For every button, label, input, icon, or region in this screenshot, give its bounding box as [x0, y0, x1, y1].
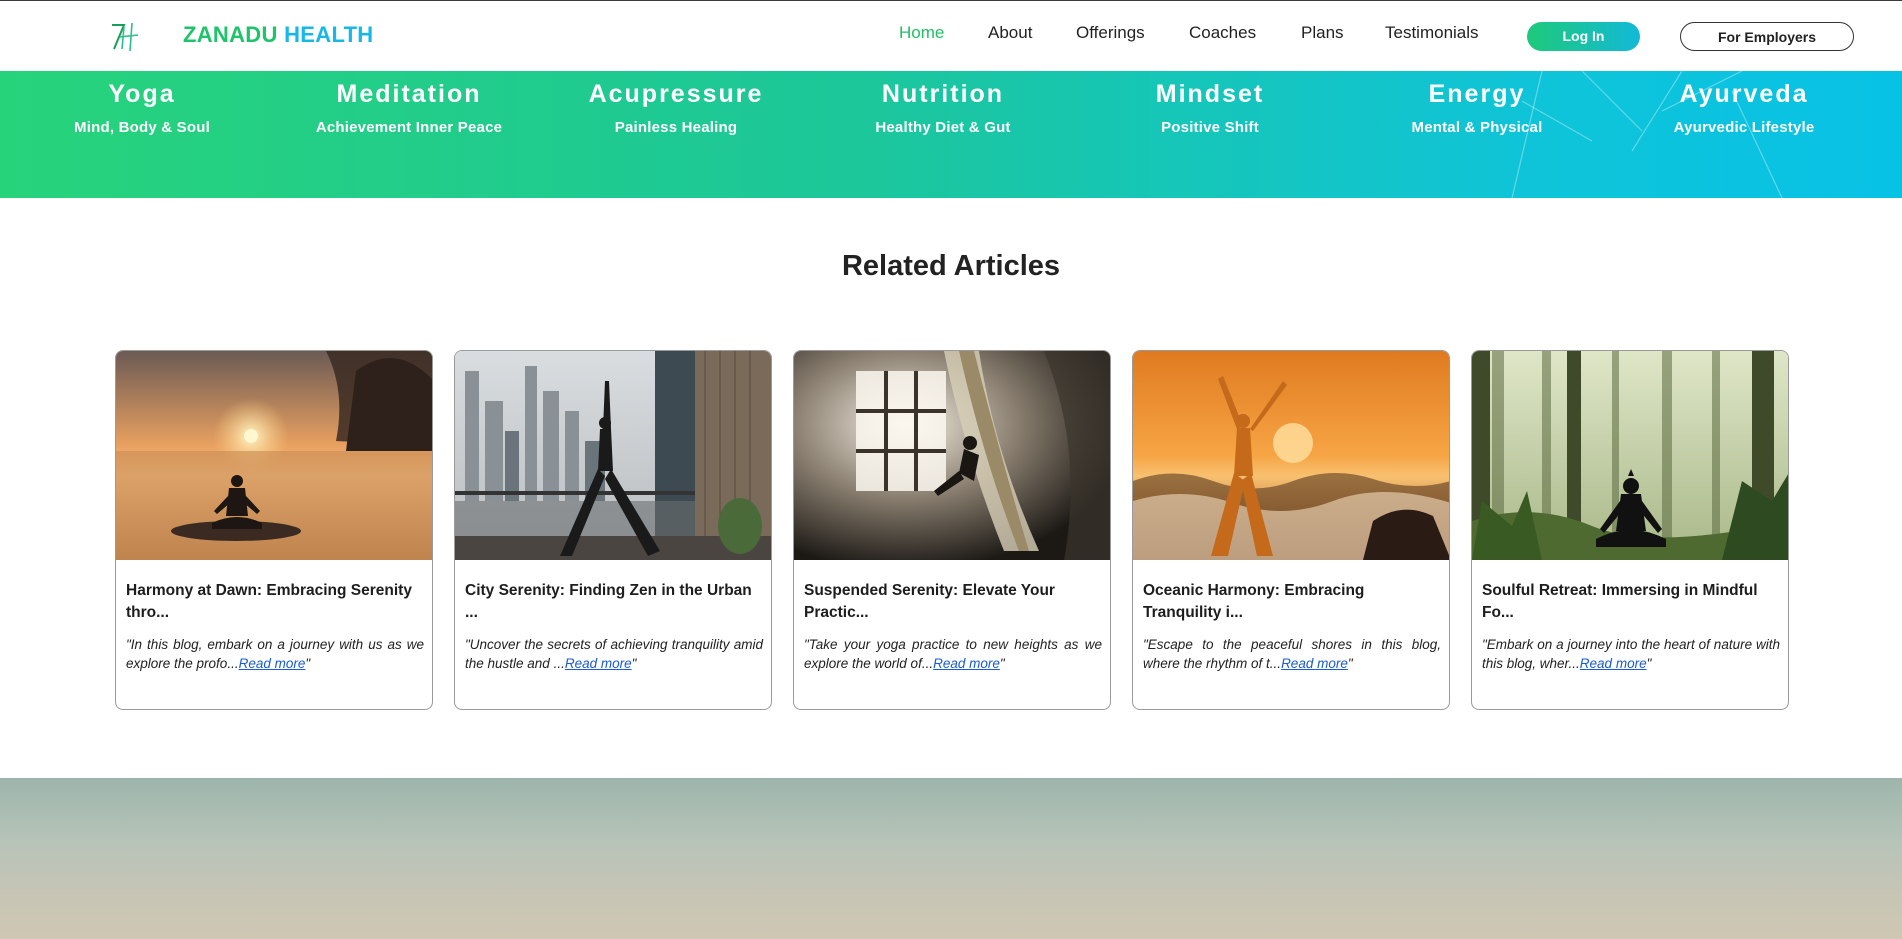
category-title: Mindset — [1155, 80, 1265, 108]
excerpt-close-quote: " — [1347, 656, 1353, 671]
article-image-aerial-yoga[interactable] — [794, 351, 1110, 560]
nav-testimonials[interactable]: Testimonials — [1385, 23, 1479, 43]
article-card[interactable]: Oceanic Harmony: Embracing Tranquility i… — [1132, 350, 1450, 710]
nav-home[interactable]: Home — [899, 23, 944, 43]
article-card[interactable]: Soulful Retreat: Immersing in Mindful Fo… — [1471, 350, 1789, 710]
article-card[interactable]: City Serenity: Finding Zen in the Urban … — [454, 350, 772, 710]
category-title: Ayurveda — [1679, 80, 1809, 108]
category-subtitle: Achievement Inner Peace — [315, 119, 503, 136]
category-acupressure[interactable]: Acupressure Painless Healing — [556, 80, 796, 136]
category-title: Nutrition — [881, 80, 1005, 108]
site-header: ZANADU HEALTH Home About Offerings Coach… — [0, 0, 1902, 71]
article-image-city-rooftop[interactable] — [455, 351, 771, 560]
category-title: Energy — [1428, 80, 1526, 108]
nav-plans[interactable]: Plans — [1301, 23, 1344, 43]
article-title[interactable]: Harmony at Dawn: Embracing Serenity thro… — [126, 580, 424, 624]
article-excerpt: "Take your yoga practice to new heights … — [804, 635, 1102, 673]
category-subtitle: Positive Shift — [1161, 119, 1259, 136]
article-excerpt: "Escape to the peaceful shores in this b… — [1143, 635, 1441, 673]
category-title: Meditation — [336, 80, 482, 108]
section-title: Related Articles — [841, 250, 1061, 282]
article-cards: Harmony at Dawn: Embracing Serenity thro… — [115, 350, 1789, 710]
excerpt-close-quote: " — [631, 656, 637, 671]
category-title: Yoga — [108, 80, 176, 108]
article-title[interactable]: Suspended Serenity: Elevate Your Practic… — [804, 580, 1102, 624]
article-excerpt: "Embark on a journey into the heart of n… — [1482, 635, 1780, 673]
article-image-ocean-sunset[interactable] — [1133, 351, 1449, 560]
read-more-link[interactable]: Read more — [1580, 656, 1647, 671]
category-energy[interactable]: Energy Mental & Physical — [1357, 80, 1597, 136]
category-subtitle: Painless Healing — [614, 119, 738, 136]
category-nutrition[interactable]: Nutrition Healthy Diet & Gut — [823, 80, 1063, 136]
read-more-link[interactable]: Read more — [239, 656, 306, 671]
category-title: Acupressure — [588, 80, 764, 108]
hero-background-image — [0, 778, 1902, 939]
article-card[interactable]: Harmony at Dawn: Embracing Serenity thro… — [115, 350, 433, 710]
read-more-link[interactable]: Read more — [565, 656, 632, 671]
article-image-sunrise-lake[interactable] — [116, 351, 432, 560]
excerpt-close-quote: " — [1646, 656, 1652, 671]
category-ayurveda[interactable]: Ayurveda Ayurvedic Lifestyle — [1624, 80, 1864, 136]
read-more-link[interactable]: Read more — [933, 656, 1000, 671]
category-banner: Yoga Mind, Body & Soul Meditation Achiev… — [0, 71, 1902, 198]
excerpt-close-quote: " — [999, 656, 1005, 671]
category-mindset[interactable]: Mindset Positive Shift — [1090, 80, 1330, 136]
category-subtitle: Mind, Body & Soul — [74, 119, 210, 136]
category-subtitle: Ayurvedic Lifestyle — [1673, 119, 1815, 136]
article-title[interactable]: Oceanic Harmony: Embracing Tranquility i… — [1143, 580, 1441, 624]
article-image-forest-meditation[interactable] — [1472, 351, 1788, 560]
login-button[interactable]: Log In — [1527, 22, 1640, 51]
nav-coaches[interactable]: Coaches — [1189, 23, 1256, 43]
category-meditation[interactable]: Meditation Achievement Inner Peace — [289, 80, 529, 136]
article-excerpt: "Uncover the secrets of achieving tranqu… — [465, 635, 763, 673]
read-more-link[interactable]: Read more — [1281, 656, 1348, 671]
for-employers-button[interactable]: For Employers — [1680, 22, 1854, 51]
category-yoga[interactable]: Yoga Mind, Body & Soul — [22, 80, 262, 136]
excerpt-close-quote: " — [305, 656, 311, 671]
article-excerpt: "In this blog, embark on a journey with … — [126, 635, 424, 673]
article-card[interactable]: Suspended Serenity: Elevate Your Practic… — [793, 350, 1111, 710]
article-title[interactable]: Soulful Retreat: Immersing in Mindful Fo… — [1482, 580, 1780, 624]
article-title[interactable]: City Serenity: Finding Zen in the Urban … — [465, 580, 763, 624]
category-subtitle: Mental & Physical — [1411, 119, 1543, 136]
nav-offerings[interactable]: Offerings — [1076, 23, 1145, 43]
category-subtitle: Healthy Diet & Gut — [875, 119, 1011, 136]
nav-about[interactable]: About — [988, 23, 1032, 43]
